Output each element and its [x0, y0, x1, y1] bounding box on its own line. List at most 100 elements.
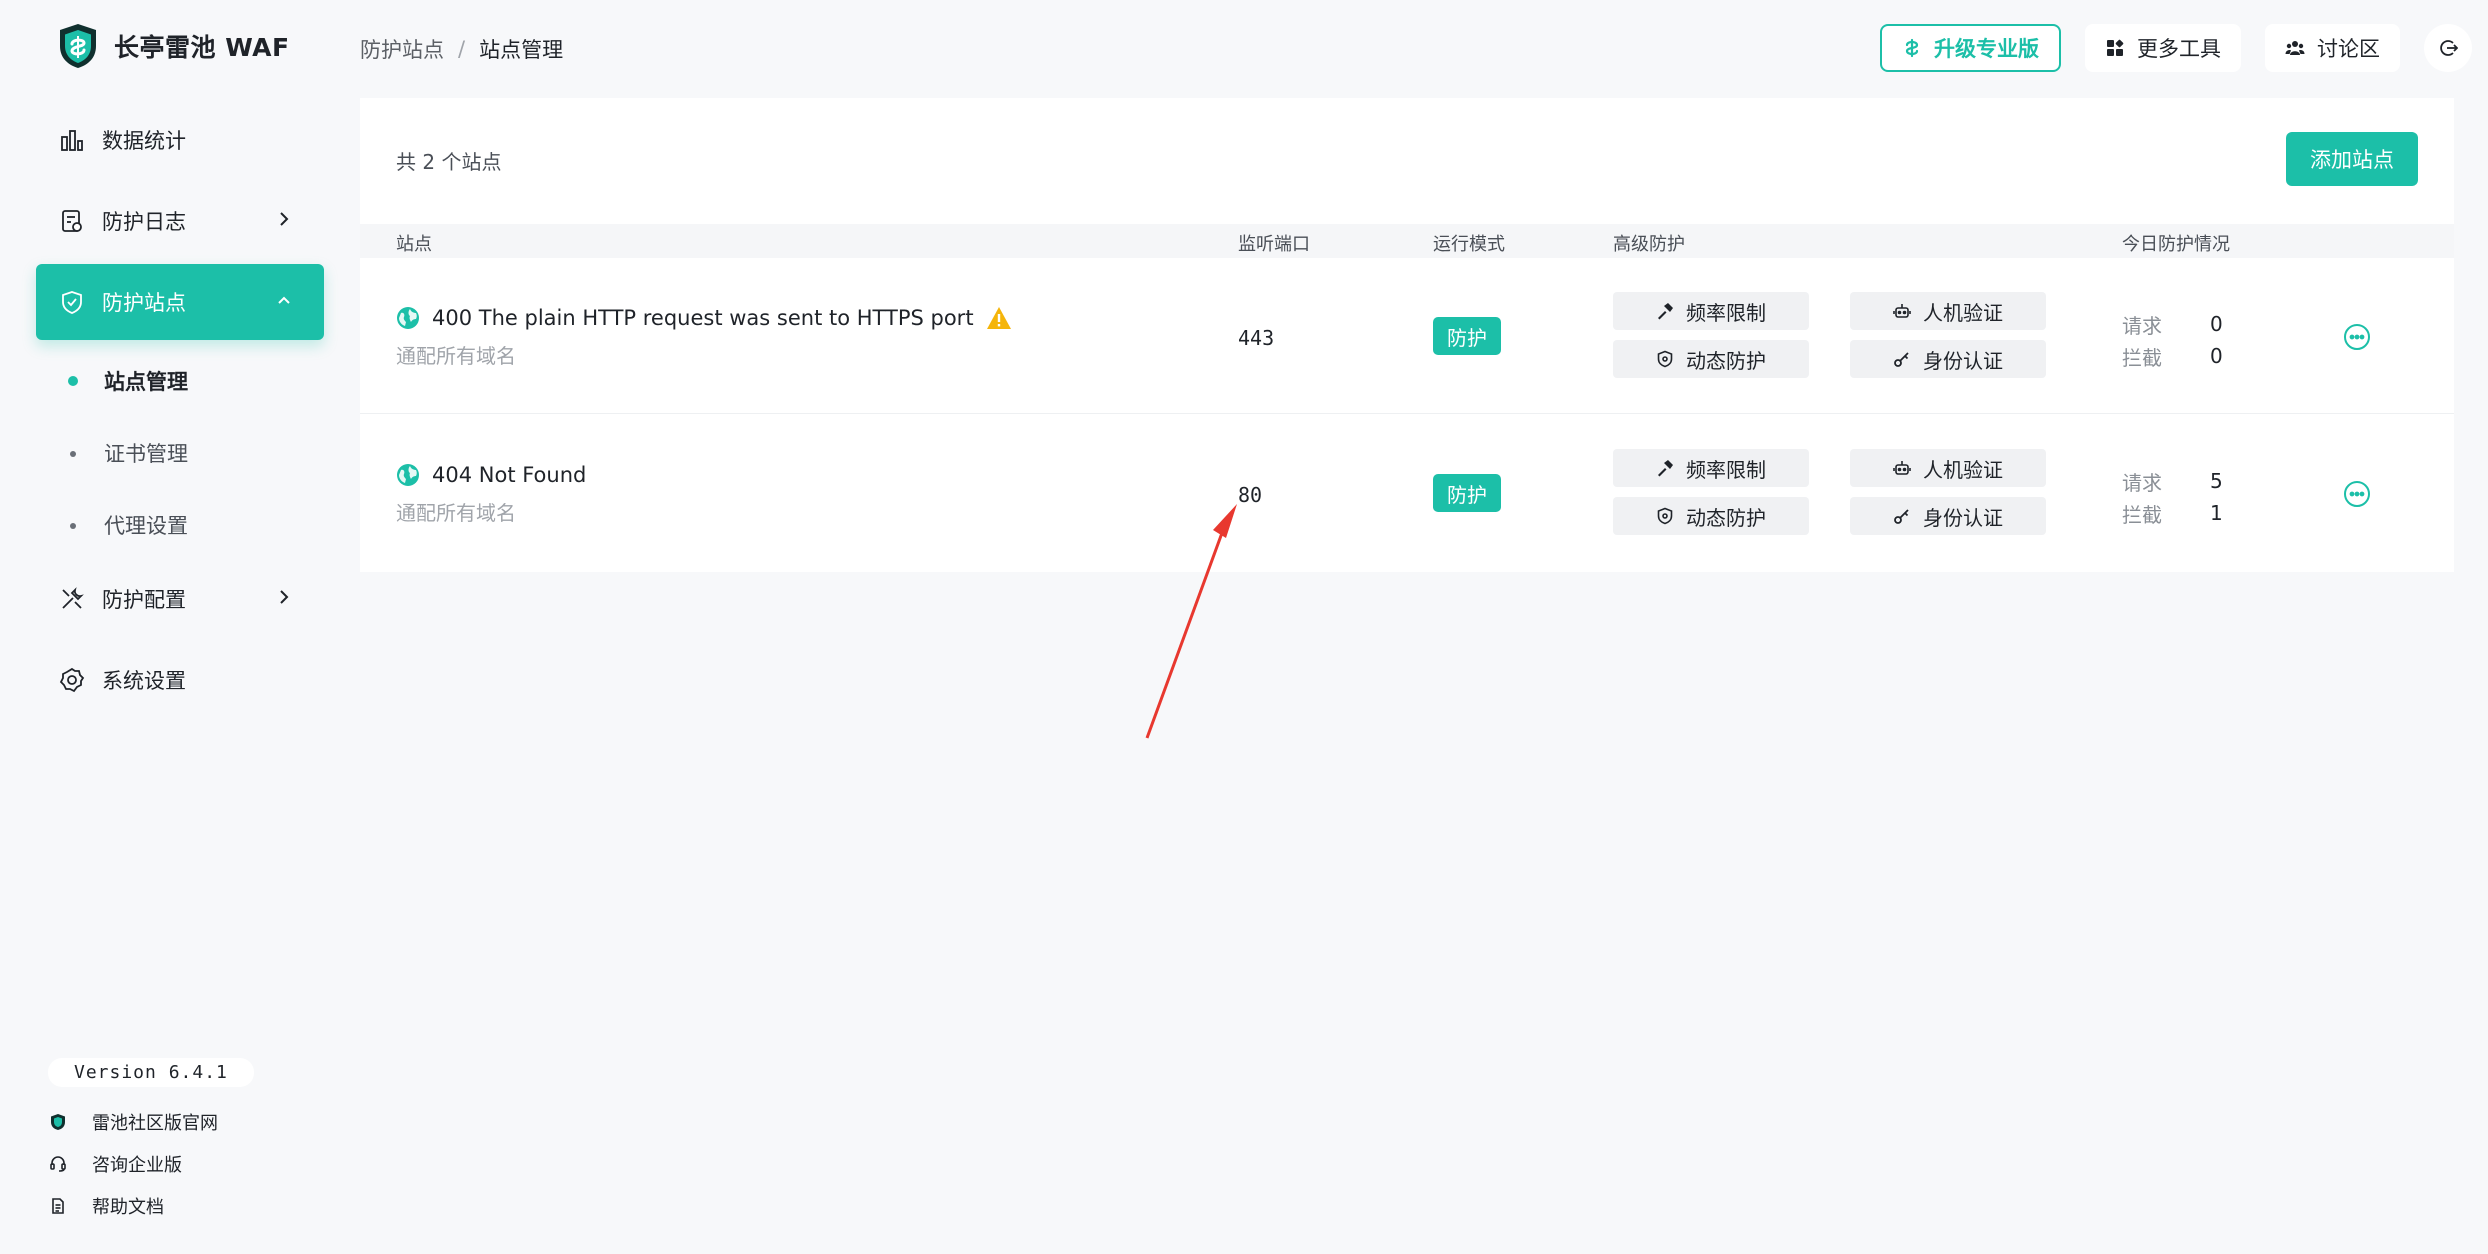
forum-button[interactable]: 讨论区 — [2265, 24, 2400, 72]
hammer-icon — [1658, 460, 1673, 477]
header-mode: 运行模式 — [1433, 234, 1505, 255]
today-stats: 请求 5 拦截 1 — [2122, 465, 2223, 529]
logout-button[interactable] — [2424, 24, 2472, 72]
header-advanced: 高级防护 — [1613, 234, 1685, 255]
dynamic-protection-tag[interactable]: 动态防护 — [1613, 497, 1809, 535]
robot-icon — [1893, 304, 1911, 318]
key-icon — [1894, 509, 1909, 524]
table-row[interactable]: 400 The plain HTTP request was sent to H… — [360, 258, 2454, 414]
more-tools-label: 更多工具 — [2137, 37, 2221, 61]
dynamic-protection-tag[interactable]: 动态防护 — [1613, 340, 1809, 378]
site-list-card: 共 2 个站点 添加站点 站点 监听端口 运行模式 高级防护 今日防护情况 40… — [360, 98, 2454, 572]
shield-outline-icon — [1657, 350, 1673, 368]
footer-link-label: 雷池社区版官网 — [92, 1113, 218, 1134]
table-header: 站点 监听端口 运行模式 高级防护 今日防护情况 — [360, 224, 2454, 258]
community-site-link[interactable]: 雷池社区版官网 — [48, 1101, 328, 1143]
sidebar-subitem-proxy[interactable]: 代理设置 — [36, 489, 324, 561]
sidebar-subitem-label: 站点管理 — [104, 370, 188, 394]
chevron-up-icon — [278, 296, 290, 304]
bullet-dot — [70, 523, 76, 529]
listen-port: 80 — [1238, 483, 1263, 507]
globe-icon — [397, 307, 419, 329]
rate-limit-tag[interactable]: 频率限制 — [1613, 292, 1809, 330]
add-site-button[interactable]: 添加站点 — [2286, 132, 2418, 186]
sidebar-subitem-label: 代理设置 — [104, 514, 188, 538]
sidebar-subitem-site-management[interactable]: 站点管理 — [36, 345, 324, 417]
header-site: 站点 — [396, 234, 432, 255]
requests-value: 5 — [2210, 469, 2223, 493]
tools-icon — [62, 587, 84, 609]
sidebar-item-stats[interactable]: 数据统计 — [36, 102, 324, 178]
robot-icon — [1893, 461, 1911, 475]
users-icon — [2285, 41, 2305, 55]
site-domain: 通配所有域名 — [396, 501, 516, 525]
logout-icon — [2440, 40, 2458, 56]
rate-limit-tag[interactable]: 频率限制 — [1613, 449, 1809, 487]
shield-check-icon — [62, 291, 82, 314]
site-title[interactable]: 404 Not Found — [432, 463, 586, 487]
sidebar-item-logs[interactable]: 防护日志 — [36, 183, 324, 259]
sidebar-item-label: 防护站点 — [102, 291, 186, 315]
shield-outline-icon — [1657, 507, 1673, 525]
sidebar-item-label: 系统设置 — [102, 669, 186, 693]
upgrade-pro-button[interactable]: 升级专业版 — [1880, 24, 2061, 72]
upgrade-pro-label: 升级专业版 — [1934, 37, 2039, 61]
sidebar-item-sites[interactable]: 防护站点 — [36, 264, 324, 340]
enterprise-consult-link[interactable]: 咨询企业版 — [48, 1143, 328, 1185]
breadcrumb-separator: / — [458, 37, 466, 61]
captcha-tag[interactable]: 人机验证 — [1850, 292, 2046, 330]
sidebar: 长亭雷池 WAF 数据统计 防护日志 防护站点 站点管理 证书管理 代理设置 防… — [0, 0, 352, 1254]
site-cell: 404 Not Found 通配所有域名 — [396, 463, 586, 526]
requests-label: 请求 — [2122, 470, 2162, 495]
listen-port: 443 — [1238, 326, 1275, 350]
globe-icon — [397, 464, 419, 486]
sidebar-item-label: 防护日志 — [102, 210, 186, 234]
site-title[interactable]: 400 The plain HTTP request was sent to H… — [432, 306, 974, 330]
blocked-value: 0 — [2210, 344, 2223, 368]
more-tools-button[interactable]: 更多工具 — [2085, 24, 2241, 72]
run-mode-badge[interactable]: 防护 — [1433, 317, 1501, 355]
logo[interactable]: 长亭雷池 WAF — [56, 22, 290, 70]
auth-tag[interactable]: 身份认证 — [1850, 497, 2046, 535]
run-mode-badge[interactable]: 防护 — [1433, 474, 1501, 512]
breadcrumb-current: 站点管理 — [479, 38, 564, 62]
grid-apps-icon — [2107, 39, 2124, 56]
bullet-dot — [70, 451, 76, 457]
blocked-value: 1 — [2210, 501, 2223, 525]
pro-logo-icon — [1905, 38, 1919, 58]
top-toolbar: 升级专业版 更多工具 讨论区 — [1856, 24, 2472, 72]
requests-label: 请求 — [2122, 313, 2162, 338]
sidebar-item-label: 数据统计 — [102, 129, 186, 153]
forum-label: 讨论区 — [2317, 37, 2380, 61]
blocked-label: 拦截 — [2122, 502, 2162, 527]
captcha-tag[interactable]: 人机验证 — [1850, 449, 2046, 487]
table-row[interactable]: 404 Not Found 通配所有域名 80 防护 频率限制 人机验证 动态防… — [360, 415, 2454, 571]
shield-logo-icon — [60, 24, 96, 68]
auth-tag[interactable]: 身份认证 — [1850, 340, 2046, 378]
warning-icon[interactable] — [986, 306, 1012, 330]
sidebar-nav: 数据统计 防护日志 防护站点 站点管理 证书管理 代理设置 防护配置 系统设置 — [36, 102, 324, 723]
sidebar-item-config[interactable]: 防护配置 — [36, 561, 324, 637]
sidebar-subitem-label: 证书管理 — [104, 442, 188, 466]
site-count: 共 2 个站点 — [396, 150, 502, 174]
site-domain: 通配所有域名 — [396, 344, 516, 368]
document-icon — [52, 1198, 64, 1214]
site-cell: 400 The plain HTTP request was sent to H… — [396, 306, 1012, 369]
blocked-label: 拦截 — [2122, 345, 2162, 370]
sidebar-subitem-certificates[interactable]: 证书管理 — [36, 417, 324, 489]
chevron-right-icon — [280, 590, 289, 604]
sidebar-item-system[interactable]: 系统设置 — [36, 642, 324, 718]
more-options-icon[interactable] — [2342, 479, 2372, 509]
version-badge: Version 6.4.1 — [48, 1058, 254, 1087]
help-docs-link[interactable]: 帮助文档 — [48, 1185, 328, 1227]
app-root: 长亭雷池 WAF 数据统计 防护日志 防护站点 站点管理 证书管理 代理设置 防… — [0, 0, 2488, 1254]
more-options-icon[interactable] — [2342, 322, 2372, 352]
sidebar-item-label: 防护配置 — [102, 588, 186, 612]
sidebar-footer: Version 6.4.1 雷池社区版官网 咨询企业版 帮助文档 — [48, 1058, 328, 1227]
app-name: 长亭雷池 WAF — [114, 33, 290, 62]
footer-link-label: 咨询企业版 — [92, 1155, 182, 1176]
footer-link-label: 帮助文档 — [92, 1197, 164, 1218]
gear-icon — [59, 667, 85, 693]
bar-chart-icon — [61, 130, 83, 151]
breadcrumb-parent[interactable]: 防护站点 — [360, 34, 444, 64]
